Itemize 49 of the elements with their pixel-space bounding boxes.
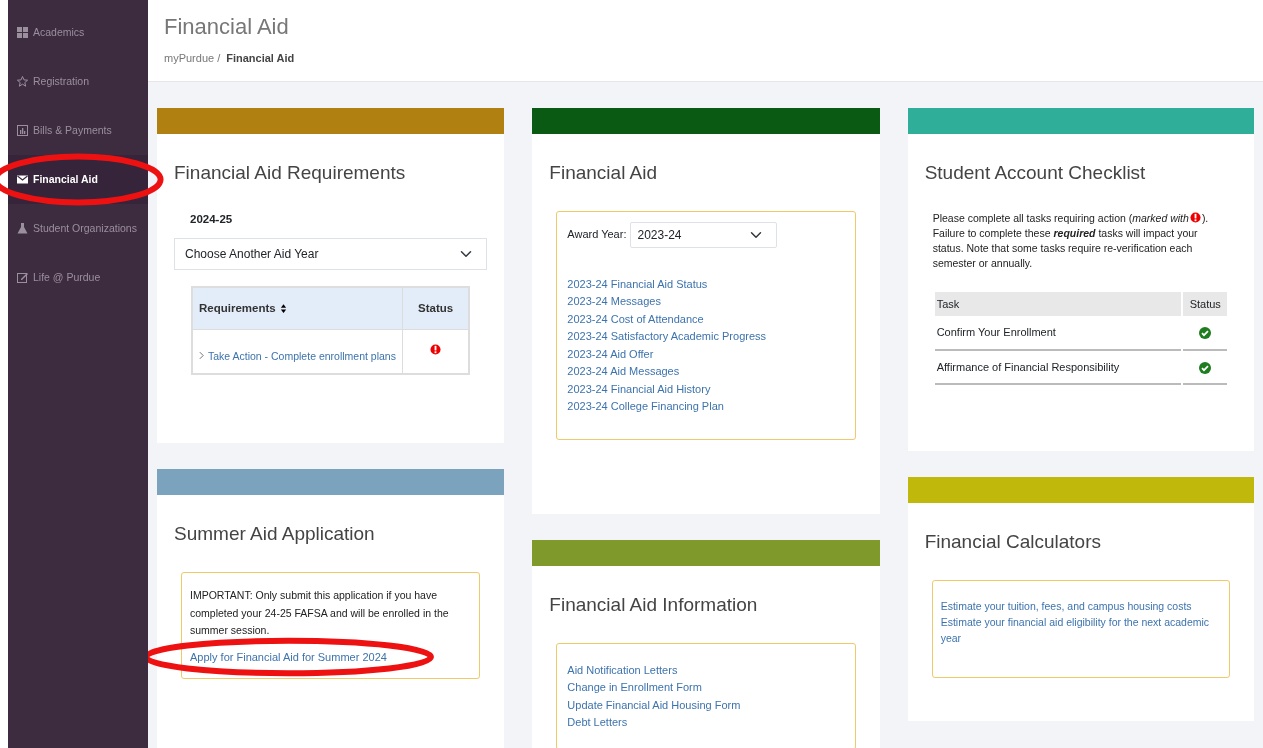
alert-icon (1189, 210, 1201, 224)
link[interactable]: 2023-24 Financial Aid Status (567, 275, 845, 293)
sort-icon (279, 304, 287, 314)
card-title: Financial Aid Information (549, 593, 759, 617)
link[interactable]: Update Financial Aid Housing Form (567, 696, 845, 714)
instructions-text: Please complete all tasks requiring action (marked with ). Failure to complete these required tasks will impact your status. Note that some tasks require re-verification each semester or annually. (932, 210, 1210, 272)
column-header: Requirements (199, 301, 276, 314)
link[interactable]: 2023-24 Aid Offer (567, 345, 845, 363)
link[interactable]: Estimate your financial aid eligibility for the next academic year (940, 615, 1221, 647)
edit-icon (17, 272, 28, 283)
link[interactable]: Change in Enrollment Form (567, 679, 845, 696)
card-title: Summer Aid Application (174, 522, 376, 546)
link[interactable]: Debt Letters (567, 714, 845, 731)
chevron-icon (199, 351, 204, 361)
breadcrumb-current: Financial Aid (226, 51, 295, 67)
sidebar-item[interactable]: Registration (8, 57, 148, 106)
sidebar-item[interactable]: Academics (8, 8, 148, 57)
sidebar-item[interactable]: Life @ Purdue (8, 253, 148, 302)
notice-text: IMPORTANT: Only submit this application if you have completed your 24-25 FAFSA and will be enrolled in the summer session. (190, 587, 450, 639)
grid-icon (17, 27, 28, 38)
page-title: Financial Aid (164, 14, 290, 41)
column-header: Status (1183, 291, 1227, 317)
award-year-select[interactable]: 2023-24 (630, 221, 778, 248)
link[interactable]: 2023-24 Satisfactory Academic Progress (567, 328, 845, 345)
sidebar-item[interactable]: Bills & Payments (8, 106, 148, 155)
sidebar-item[interactable]: Student Organizations (8, 204, 148, 253)
card-title: Financial Calculators (924, 530, 1102, 554)
card-title: Student Account Checklist (924, 161, 1147, 185)
task-cell: Affirmance of Financial Responsibility (934, 350, 1182, 386)
envelope-icon (17, 174, 28, 185)
bar-chart-icon (17, 125, 28, 136)
award-year-label: Award Year: (567, 227, 627, 243)
aid-year-select[interactable]: Choose Another Aid Year (174, 237, 488, 270)
flask-icon (17, 223, 28, 234)
breadcrumb-link[interactable]: myPurdue / (164, 50, 221, 67)
link[interactable]: 2023-24 Financial Aid History (567, 380, 845, 398)
link[interactable]: Estimate your tuition, fees, and campus housing costs (940, 598, 1221, 615)
card-title: Financial Aid (549, 161, 659, 185)
link[interactable]: 2023-24 Messages (567, 293, 845, 310)
task-cell: Confirm Your Enrollment (934, 316, 1182, 351)
link[interactable]: 2023-24 College Financing Plan (567, 398, 845, 415)
column-header: Task (934, 291, 1182, 317)
column-header: Status (402, 286, 470, 330)
link[interactable]: Aid Notification Letters (567, 661, 845, 679)
star-icon (17, 76, 28, 87)
link[interactable]: 2023-24 Aid Messages (567, 363, 845, 380)
aid-year-label: 2024-25 (190, 211, 234, 227)
card-title: Financial Aid Requirements (174, 161, 407, 185)
link[interactable]: 2023-24 Cost of Attendance (567, 310, 845, 328)
